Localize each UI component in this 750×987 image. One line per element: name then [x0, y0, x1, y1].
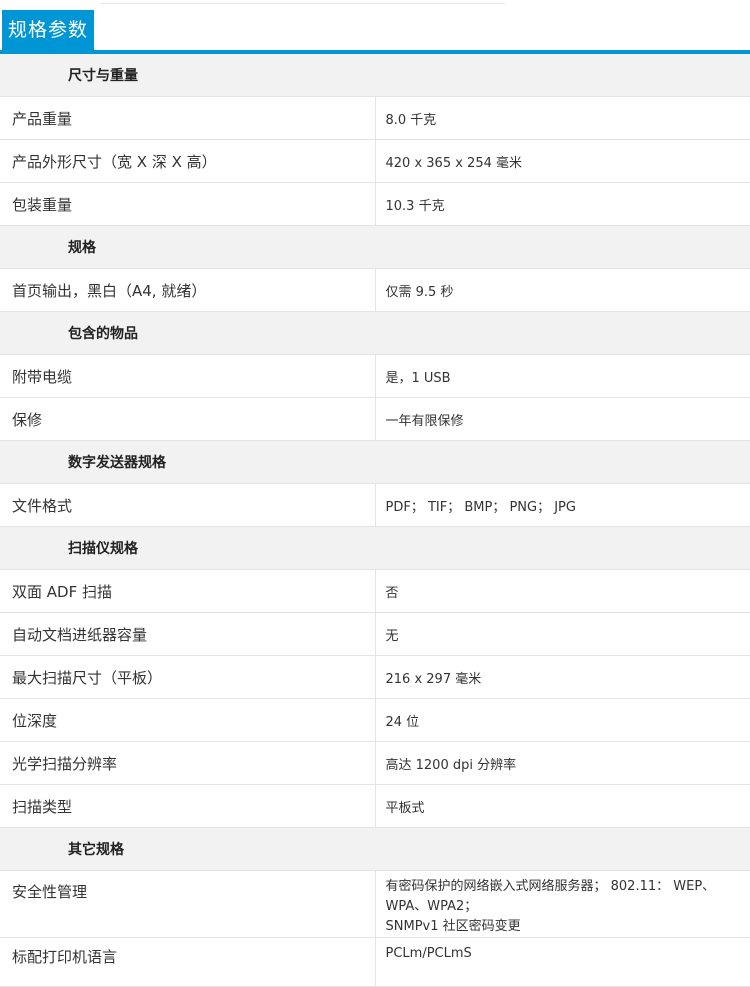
- spec-value: 8.0 千克: [375, 97, 750, 140]
- group-header-other: 其它规格: [0, 828, 750, 871]
- table-row: 包装重量 10.3 千克: [0, 183, 750, 226]
- table-row: 自动文档进纸器容量 无: [0, 613, 750, 656]
- spec-label: 光学扫描分辨率: [0, 742, 375, 785]
- spec-value: 是，1 USB: [375, 355, 750, 398]
- spec-value: 10.3 千克: [375, 183, 750, 226]
- table-row: 产品重量 8.0 千克: [0, 97, 750, 140]
- spec-label: 双面 ADF 扫描: [0, 570, 375, 613]
- group-title: 数字发送器规格: [0, 441, 750, 484]
- table-row: 安全性管理 有密码保护的网络嵌入式网络服务器； 802.11： WEP、WPA、…: [0, 871, 750, 938]
- tab-bar: 规格参数: [0, 0, 750, 55]
- group-title: 规格: [0, 226, 750, 269]
- spec-value: PDF； TIF； BMP； PNG； JPG: [375, 484, 750, 527]
- table-row: 保修 一年有限保修: [0, 398, 750, 441]
- spec-label: 保修: [0, 398, 375, 441]
- spec-value: 216 x 297 毫米: [375, 656, 750, 699]
- spec-table: 尺寸与重量 产品重量 8.0 千克 产品外形尺寸（宽 X 深 X 高） 420 …: [0, 54, 750, 987]
- table-row: 附带电缆 是，1 USB: [0, 355, 750, 398]
- spec-value: 高达 1200 dpi 分辨率: [375, 742, 750, 785]
- spec-label: 产品重量: [0, 97, 375, 140]
- table-row: 双面 ADF 扫描 否: [0, 570, 750, 613]
- spec-label: 自动文档进纸器容量: [0, 613, 375, 656]
- table-row: 文件格式 PDF； TIF； BMP； PNG； JPG: [0, 484, 750, 527]
- group-header-scanner: 扫描仪规格: [0, 527, 750, 570]
- spec-value: 一年有限保修: [375, 398, 750, 441]
- spec-value: 420 x 365 x 254 毫米: [375, 140, 750, 183]
- spec-label: 位深度: [0, 699, 375, 742]
- table-row: 扫描类型 平板式: [0, 785, 750, 828]
- spec-label: 附带电缆: [0, 355, 375, 398]
- table-row: 首页输出，黑白（A4, 就绪） 仅需 9.5 秒: [0, 269, 750, 312]
- tab-bar-divider: [100, 3, 505, 4]
- spec-label: 最大扫描尺寸（平板）: [0, 656, 375, 699]
- group-header-digital-sender: 数字发送器规格: [0, 441, 750, 484]
- spec-label: 扫描类型: [0, 785, 375, 828]
- spec-label: 产品外形尺寸（宽 X 深 X 高）: [0, 140, 375, 183]
- table-row: 最大扫描尺寸（平板） 216 x 297 毫米: [0, 656, 750, 699]
- spec-value: 24 位: [375, 699, 750, 742]
- spec-value: 无: [375, 613, 750, 656]
- spec-value-line: SNMPv1 社区密码变更: [386, 917, 750, 937]
- group-title: 扫描仪规格: [0, 527, 750, 570]
- spec-value: 仅需 9.5 秒: [375, 269, 750, 312]
- spec-value-line: 有密码保护的网络嵌入式网络服务器； 802.11： WEP、WPA、WPA2；: [386, 877, 750, 917]
- group-header-specs: 规格: [0, 226, 750, 269]
- spec-value: 有密码保护的网络嵌入式网络服务器； 802.11： WEP、WPA、WPA2； …: [375, 871, 750, 938]
- spec-label: 文件格式: [0, 484, 375, 527]
- spec-label: 安全性管理: [0, 871, 375, 938]
- group-header-included-items: 包含的物品: [0, 312, 750, 355]
- spec-label: 首页输出，黑白（A4, 就绪）: [0, 269, 375, 312]
- group-title: 包含的物品: [0, 312, 750, 355]
- table-row: 光学扫描分辨率 高达 1200 dpi 分辨率: [0, 742, 750, 785]
- spec-value: 否: [375, 570, 750, 613]
- table-row: 位深度 24 位: [0, 699, 750, 742]
- group-title: 其它规格: [0, 828, 750, 871]
- table-row: 产品外形尺寸（宽 X 深 X 高） 420 x 365 x 254 毫米: [0, 140, 750, 183]
- tab-specifications[interactable]: 规格参数: [2, 10, 94, 50]
- spec-value: 平板式: [375, 785, 750, 828]
- group-title: 尺寸与重量: [0, 54, 750, 97]
- group-header-dimensions: 尺寸与重量: [0, 54, 750, 97]
- spec-label: 包装重量: [0, 183, 375, 226]
